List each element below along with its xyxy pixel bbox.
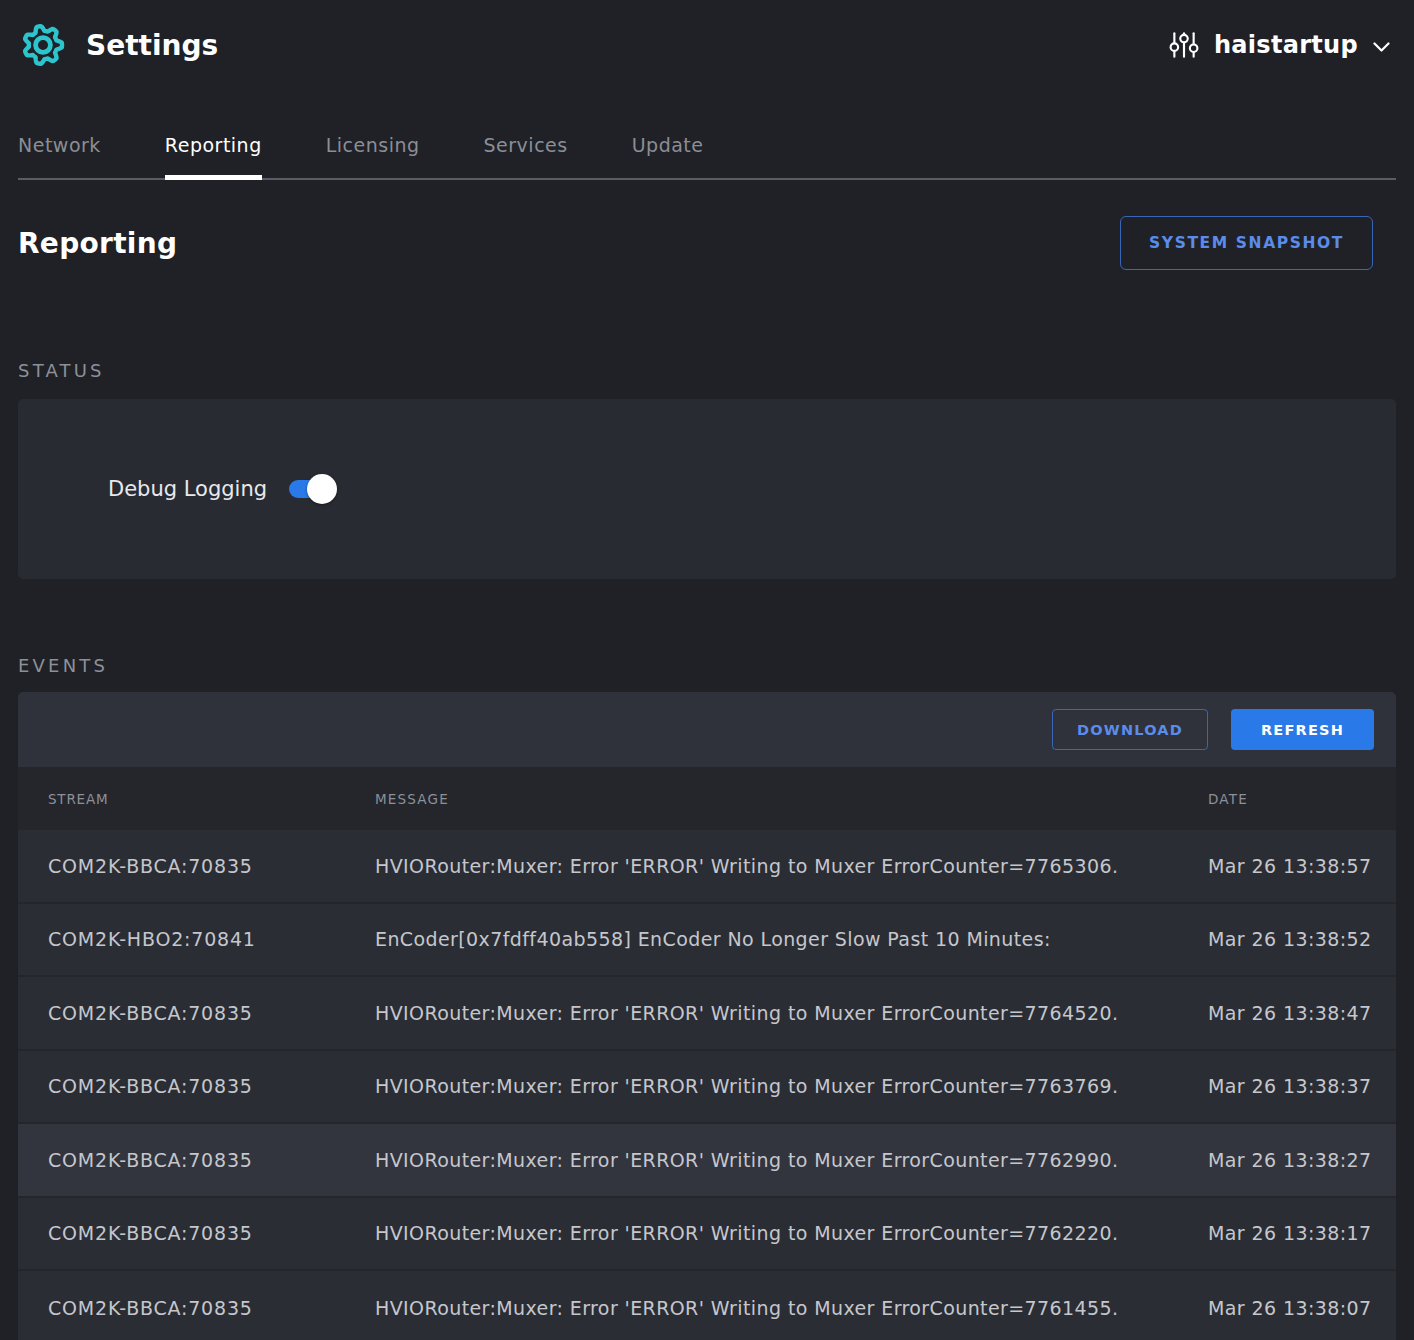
cell-stream: COM2K-BBCA:70835 — [18, 1002, 375, 1024]
app-title: Settings — [86, 29, 218, 62]
cell-message: HVIORouter:Muxer: Error 'ERROR' Writing … — [375, 1149, 1208, 1171]
table-row: COM2K-BBCA:70835 HVIORouter:Muxer: Error… — [18, 830, 1396, 904]
cell-stream: COM2K-BBCA:70835 — [18, 1222, 375, 1244]
events-toolbar: DOWNLOAD REFRESH — [18, 692, 1396, 767]
events-section-label: EVENTS — [18, 655, 1396, 676]
column-header-date: DATE — [1208, 791, 1396, 807]
debug-logging-label: Debug Logging — [108, 477, 267, 501]
table-row: COM2K-BBCA:70835 HVIORouter:Muxer: Error… — [18, 1198, 1396, 1272]
tab-reporting[interactable]: Reporting — [165, 134, 262, 178]
events-table-header: STREAM MESSAGE DATE — [18, 767, 1396, 830]
cell-date: Mar 26 13:38:17 — [1208, 1222, 1396, 1244]
app-header: Settings haistartup — [0, 0, 1414, 68]
cell-stream: COM2K-BBCA:70835 — [18, 855, 375, 877]
account-name: haistartup — [1214, 31, 1358, 59]
cell-message: HVIORouter:Muxer: Error 'ERROR' Writing … — [375, 855, 1208, 877]
status-section-label: STATUS — [18, 360, 1396, 381]
tab-network[interactable]: Network — [18, 134, 101, 178]
cell-message: HVIORouter:Muxer: Error 'ERROR' Writing … — [375, 1075, 1208, 1097]
tab-bar: Network Reporting Licensing Services Upd… — [18, 134, 1396, 180]
cell-stream: COM2K-HBO2:70841 — [18, 928, 375, 950]
chevron-down-icon — [1373, 42, 1390, 53]
table-row: COM2K-BBCA:70835 HVIORouter:Muxer: Error… — [18, 977, 1396, 1051]
status-card: Debug Logging — [18, 399, 1396, 579]
tab-services[interactable]: Services — [484, 134, 568, 178]
events-table-body: COM2K-BBCA:70835 HVIORouter:Muxer: Error… — [18, 830, 1396, 1340]
cell-message: HVIORouter:Muxer: Error 'ERROR' Writing … — [375, 1002, 1208, 1024]
tab-update[interactable]: Update — [632, 134, 704, 178]
events-card: DOWNLOAD REFRESH STREAM MESSAGE DATE COM… — [18, 692, 1396, 1340]
cell-date: Mar 26 13:38:07 — [1208, 1297, 1396, 1319]
table-row: COM2K-BBCA:70835 HVIORouter:Muxer: Error… — [18, 1124, 1396, 1198]
refresh-button[interactable]: REFRESH — [1231, 709, 1374, 750]
cell-stream: COM2K-BBCA:70835 — [18, 1149, 375, 1171]
debug-logging-toggle[interactable] — [289, 479, 335, 499]
column-header-message: MESSAGE — [375, 791, 1208, 807]
cell-date: Mar 26 13:38:57 — [1208, 855, 1396, 877]
cell-date: Mar 26 13:38:52 — [1208, 928, 1396, 950]
table-row: COM2K-BBCA:70835 HVIORouter:Muxer: Error… — [18, 1271, 1396, 1340]
page-title: Reporting — [18, 227, 177, 260]
settings-gear-icon — [20, 22, 66, 68]
cell-message: HVIORouter:Muxer: Error 'ERROR' Writing … — [375, 1297, 1208, 1319]
system-snapshot-button[interactable]: SYSTEM SNAPSHOT — [1120, 216, 1373, 270]
cell-stream: COM2K-BBCA:70835 — [18, 1075, 375, 1097]
download-button[interactable]: DOWNLOAD — [1052, 709, 1208, 750]
cell-date: Mar 26 13:38:47 — [1208, 1002, 1396, 1024]
sliders-icon — [1169, 30, 1199, 60]
cell-date: Mar 26 13:38:27 — [1208, 1149, 1396, 1171]
table-row: COM2K-HBO2:70841 EnCoder[0x7fdff40ab558]… — [18, 904, 1396, 978]
cell-date: Mar 26 13:38:37 — [1208, 1075, 1396, 1097]
table-row: COM2K-BBCA:70835 HVIORouter:Muxer: Error… — [18, 1051, 1396, 1125]
tab-licensing[interactable]: Licensing — [326, 134, 420, 178]
cell-message: EnCoder[0x7fdff40ab558] EnCoder No Longe… — [375, 928, 1208, 950]
cell-stream: COM2K-BBCA:70835 — [18, 1297, 375, 1319]
cell-message: HVIORouter:Muxer: Error 'ERROR' Writing … — [375, 1222, 1208, 1244]
column-header-stream: STREAM — [18, 791, 375, 807]
account-menu[interactable]: haistartup — [1169, 30, 1390, 60]
